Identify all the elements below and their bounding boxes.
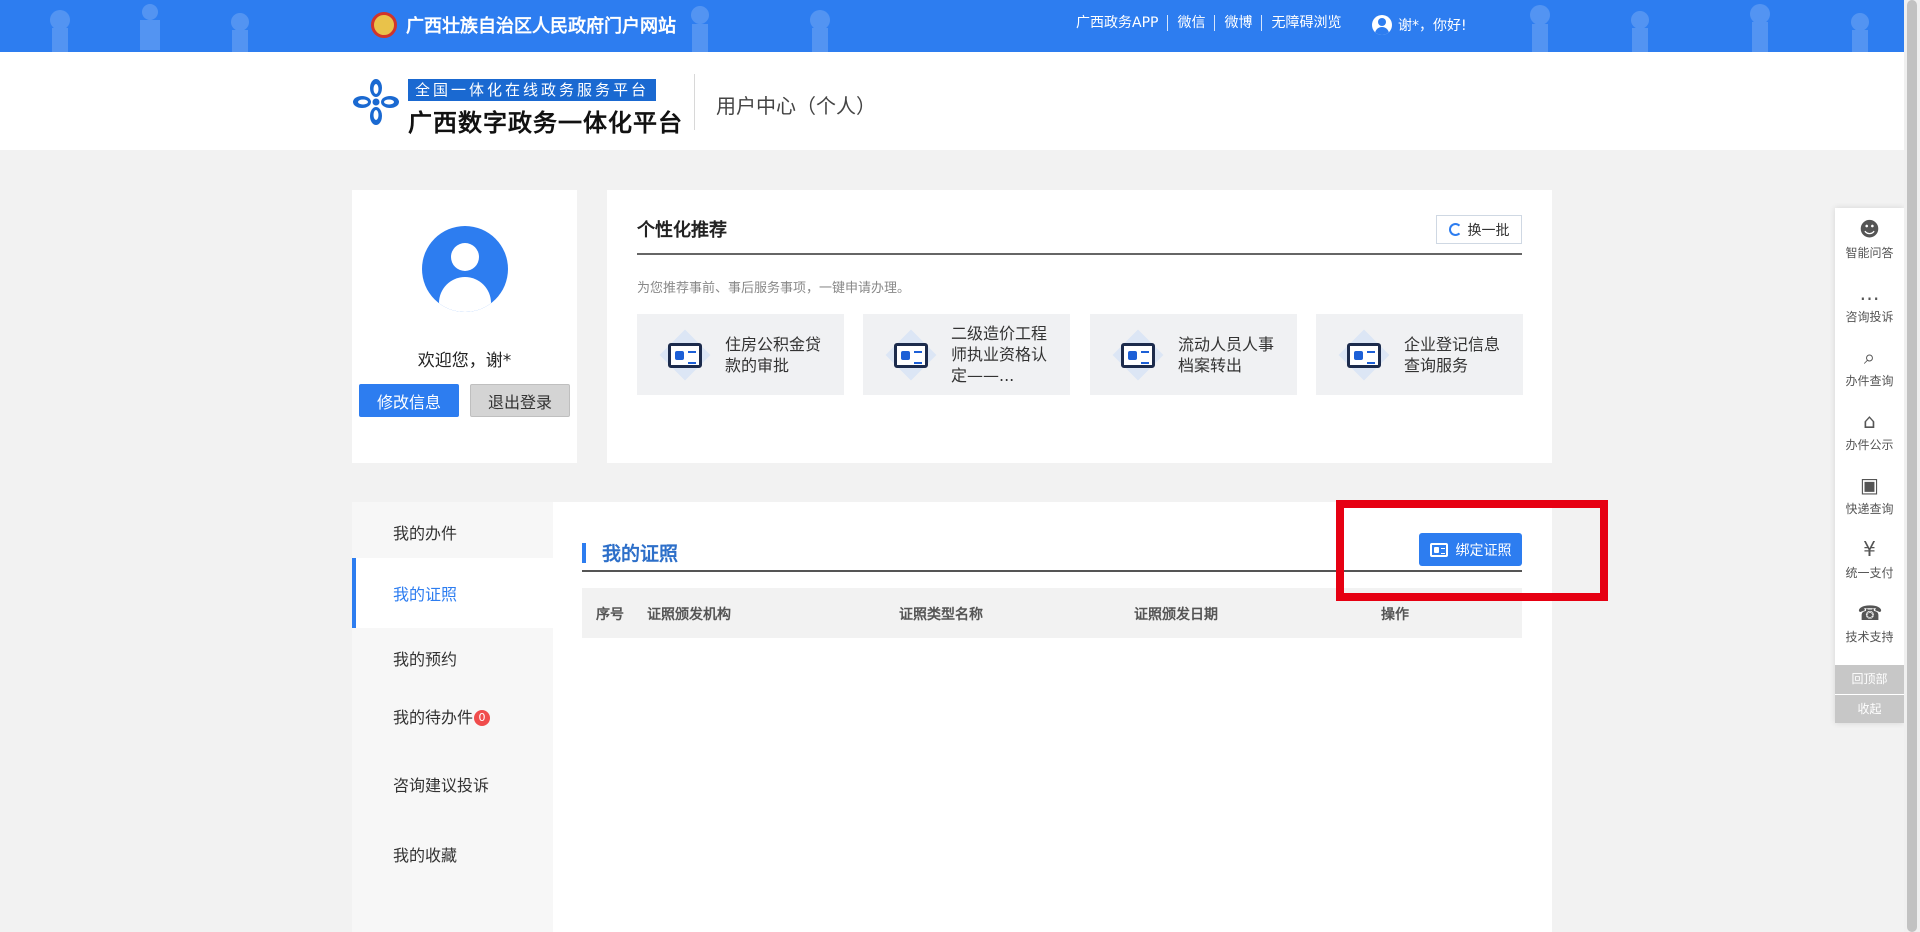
sidebar-item-ai-qa[interactable]: ☻ 智能问答 (1835, 208, 1904, 272)
refresh-label: 换一批 (1467, 222, 1510, 239)
sidebar-item-label: 技术支持 (1845, 630, 1894, 644)
sidebar-item-label: 智能问答 (1845, 246, 1894, 260)
sidebar-item-label: 快递查询 (1845, 502, 1894, 516)
nav-item-my-cases[interactable]: 我的办件 (352, 502, 553, 562)
refresh-icon (1448, 223, 1462, 236)
top-bar: 广西壮族自治区人民政府门户网站 广西政务APP 微信 微博 无障碍浏览 谢*，你… (0, 0, 1904, 52)
nav-item-favorites[interactable]: 我的收藏 (352, 824, 553, 884)
logout-button[interactable]: 退出登录 (470, 384, 570, 417)
nav-item-my-appointments[interactable]: 我的预约 (352, 628, 553, 688)
recommend-item[interactable]: 住房公积金贷款的审批 (637, 314, 844, 395)
user-nav: 我的办件 我的证照 我的预约 我的待办件 0 咨询建议投诉 我的收藏 (352, 502, 553, 932)
user-icon (1372, 15, 1392, 35)
nav-item-label: 我的证照 (393, 585, 458, 604)
section-title: 我的证照 (602, 543, 679, 565)
recommend-item[interactable]: 流动人员人事档案转出 (1090, 314, 1297, 395)
headset-icon: ☎ (1857, 601, 1883, 625)
recommend-description: 为您推荐事前、事后服务事项，一键申请办理。 (637, 281, 911, 296)
recommend-item-label: 住房公积金贷款的审批 (725, 334, 822, 375)
header-divider (694, 74, 695, 130)
sidebar-item-case-notice[interactable]: ⌂ 办件公示 (1835, 400, 1904, 464)
welcome-text: 欢迎您，谢* (417, 351, 512, 371)
decorative-pattern (50, 4, 1869, 52)
user-greeting[interactable]: 谢*，你好! (1372, 15, 1467, 35)
top-links: 广西政务APP 微信 微博 无障碍浏览 (1076, 15, 1350, 31)
user-greeting-text: 谢*，你好! (1398, 18, 1467, 34)
package-icon: ▣ (1860, 473, 1879, 497)
recommend-card: 个性化推荐 换一批 为您推荐事前、事后服务事项，一键申请办理。 住房公积金贷款的… (607, 190, 1552, 463)
recommend-item[interactable]: 企业登记信息查询服务 (1316, 314, 1523, 395)
sidebar-item-payment[interactable]: ¥ 统一支付 (1835, 528, 1904, 592)
nav-item-consult[interactable]: 咨询建议投诉 (352, 754, 553, 814)
collapse-button[interactable]: 收起 (1835, 695, 1904, 723)
id-card-icon (655, 325, 715, 385)
column-header: 序号 (596, 607, 624, 623)
sidebar-item-label: 咨询投诉 (1845, 310, 1894, 324)
scrollbar-thumb[interactable] (1907, 0, 1917, 932)
id-card-icon (1108, 325, 1168, 385)
link-accessibility[interactable]: 无障碍浏览 (1261, 15, 1350, 31)
platform-logo-icon[interactable] (352, 78, 400, 126)
sidebar-item-label: 办件公示 (1845, 438, 1894, 452)
avatar (422, 226, 508, 312)
search-document-icon: ⌕ (1863, 345, 1876, 369)
header: 全国一体化在线政务服务平台 广西数字政务一体化平台 用户中心（个人） (0, 52, 1904, 150)
sidebar-item-label: 统一支付 (1845, 566, 1894, 580)
nav-item-label: 我的待办件 (393, 708, 474, 727)
refresh-button[interactable]: 换一批 (1436, 215, 1522, 244)
recommend-item-label: 企业登记信息查询服务 (1404, 334, 1501, 375)
national-emblem-icon (371, 12, 397, 38)
highlight-box (1336, 500, 1608, 601)
sidebar-item-label: 办件查询 (1845, 374, 1894, 388)
column-header: 证照颁发机构 (647, 607, 731, 623)
recommend-item-label: 流动人员人事档案转出 (1178, 334, 1275, 375)
recommend-item[interactable]: 二级造价工程师执业资格认定——... (863, 314, 1070, 395)
pending-count-badge: 0 (474, 710, 491, 726)
column-header: 操作 (1381, 607, 1409, 623)
page-title: 用户中心（个人） (716, 94, 876, 118)
recommend-title: 个性化推荐 (637, 220, 727, 241)
gov-site-brand[interactable]: 广西壮族自治区人民政府门户网站 (371, 12, 676, 38)
platform-name: 广西数字政务一体化平台 (408, 109, 683, 137)
back-to-top-button[interactable]: 回顶部 (1835, 665, 1904, 694)
floating-sidebar: ☻ 智能问答 … 咨询投诉 ⌕ 办件查询 ⌂ 办件公示 ▣ 快递查询 ¥ 统一支… (1835, 208, 1904, 723)
notice-icon: ⌂ (1863, 409, 1876, 433)
nav-item-pending[interactable]: 我的待办件 0 (352, 686, 553, 746)
sidebar-item-support[interactable]: ☎ 技术支持 (1835, 592, 1904, 656)
profile-card: 欢迎您，谢* 修改信息 退出登录 (352, 190, 577, 463)
sidebar-item-case-query[interactable]: ⌕ 办件查询 (1835, 336, 1904, 400)
platform-subtitle: 全国一体化在线政务服务平台 (408, 79, 657, 101)
platform-logo-text[interactable]: 全国一体化在线政务服务平台 广西数字政务一体化平台 (408, 79, 683, 138)
id-card-icon (1334, 325, 1394, 385)
link-weibo[interactable]: 微博 (1214, 15, 1261, 31)
recommend-divider (637, 253, 1522, 255)
robot-icon: ☻ (1859, 217, 1880, 241)
recommend-item-label: 二级造价工程师执业资格认定——... (951, 324, 1048, 385)
id-card-icon (881, 325, 941, 385)
yen-icon: ¥ (1863, 537, 1876, 561)
link-wechat[interactable]: 微信 (1167, 15, 1214, 31)
nav-item-my-licenses[interactable]: 我的证照 (352, 558, 553, 628)
column-header: 证照类型名称 (899, 607, 983, 623)
gov-site-name: 广西壮族自治区人民政府门户网站 (406, 16, 676, 37)
chat-icon: … (1859, 281, 1880, 305)
edit-info-button[interactable]: 修改信息 (359, 384, 459, 417)
title-accent (582, 543, 586, 563)
sidebar-item-express[interactable]: ▣ 快递查询 (1835, 464, 1904, 528)
sidebar-item-consult[interactable]: … 咨询投诉 (1835, 272, 1904, 336)
column-header: 证照颁发日期 (1134, 607, 1218, 623)
link-app[interactable]: 广西政务APP (1076, 15, 1167, 31)
